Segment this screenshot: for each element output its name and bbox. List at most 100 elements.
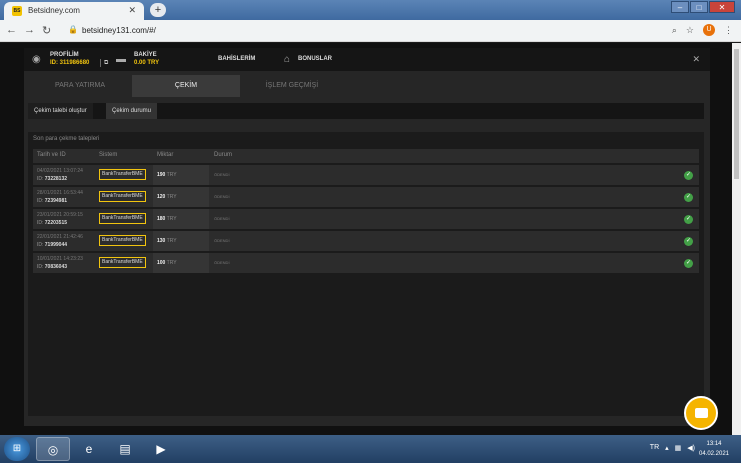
check-icon: ✓ <box>684 237 693 246</box>
start-button[interactable]: ⊞ <box>4 437 30 461</box>
modal-header: ◉ PROFİLİM ID: 311986680 ⧉ ▬ BAKİYE 0.00… <box>24 48 710 71</box>
media-player-taskbar-icon[interactable]: ▶ <box>144 437 178 461</box>
new-tab-button[interactable]: + <box>150 3 166 17</box>
bonus-label: BONUSLAR <box>298 56 332 62</box>
chrome-taskbar-icon[interactable]: ◎ <box>36 437 70 461</box>
bets-label: BAHİSLERİM <box>218 56 256 62</box>
row-amount: 120 TRY <box>153 187 209 207</box>
language-indicator[interactable]: TR <box>650 444 659 452</box>
col-system: Sistem <box>99 152 118 158</box>
zoom-icon[interactable]: ⌕ <box>672 25 677 36</box>
minimize-icon[interactable]: – <box>671 1 689 13</box>
main-tabs: PARA YATIRMA ÇEKİM İŞLEM GEÇMİŞİ <box>24 75 710 97</box>
table-row[interactable]: 10/01/2021 14:23:23 ID: 70836043 BankTra… <box>33 253 699 273</box>
volume-icon[interactable]: ◀) <box>687 444 695 452</box>
profile-id: ID: 311986680 <box>50 60 90 66</box>
page-scrollbar[interactable] <box>732 43 741 435</box>
menu-dots-icon[interactable]: ⋮ <box>724 25 733 36</box>
row-system-badge: BankTransferBME <box>99 191 146 202</box>
profile-label: PROFİLİM <box>50 52 79 58</box>
chat-bubble-icon <box>695 408 708 418</box>
browser-tab[interactable]: BS Betsidney.com ✕ <box>4 2 144 20</box>
row-id: ID: 72203515 <box>37 220 68 226</box>
subtab-request-status[interactable]: Çekim durumu <box>106 103 158 119</box>
row-status: ÖDENDİ <box>214 216 230 221</box>
table-header: Tarih ve ID Sistem Miktar Durum <box>33 149 699 163</box>
row-system-badge: BankTransferBME <box>99 235 146 246</box>
gift-icon: ⌂ <box>284 54 291 65</box>
row-id: ID: 70836043 <box>37 264 68 270</box>
row-system-badge: BankTransferBME <box>99 213 146 224</box>
row-amount: 180 TRY <box>153 209 209 229</box>
address-bar: ← → ↻ 🔒 betsidney131.com/#/ ⌕ ☆ U ⋮ <box>0 20 741 42</box>
ie-taskbar-icon[interactable]: e <box>72 437 106 461</box>
col-status: Durum <box>214 152 233 158</box>
url-text: betsidney131.com/#/ <box>82 26 156 35</box>
tray-expand-icon[interactable]: ▴ <box>665 444 669 452</box>
row-date: 22/01/2021 21:42:46 <box>37 234 83 240</box>
wallet-icon: ▬ <box>116 54 126 65</box>
scrollbar-thumb[interactable] <box>734 49 739 179</box>
balance-label: BAKİYE <box>134 52 157 58</box>
bookmark-star-icon[interactable]: ☆ <box>686 25 694 36</box>
table-row[interactable]: 23/01/2021 20:59:15 ID: 72203515 BankTra… <box>33 209 699 229</box>
clock-date: 04.02.2021 <box>698 451 730 457</box>
row-status: ÖDENDİ <box>214 260 230 265</box>
tab-deposit[interactable]: PARA YATIRMA <box>28 75 132 97</box>
user-icon: ◉ <box>32 54 41 65</box>
maximize-icon[interactable]: □ <box>690 1 708 13</box>
col-amount: Miktar <box>157 152 174 158</box>
tab-withdraw[interactable]: ÇEKİM <box>132 75 240 97</box>
row-amount: 100 TRY <box>153 253 209 273</box>
explorer-taskbar-icon[interactable]: ▤ <box>108 437 142 461</box>
copy-icon[interactable]: ⧉ <box>104 60 108 67</box>
withdraw-table: Tarih ve ID Sistem Miktar Durum 04/02/20… <box>33 149 699 273</box>
row-date: 28/01/2021 16:53:44 <box>37 190 83 196</box>
account-modal: ◉ PROFİLİM ID: 311986680 ⧉ ▬ BAKİYE 0.00… <box>24 48 710 426</box>
profile-avatar[interactable]: U <box>703 24 715 36</box>
back-icon[interactable]: ← <box>6 24 17 36</box>
browser-tab-strip: BS Betsidney.com ✕ + – □ ✕ <box>0 0 741 20</box>
forward-icon[interactable]: → <box>24 24 35 36</box>
profile-menu[interactable]: ◉ PROFİLİM ID: 311986680 ⧉ <box>32 48 112 71</box>
subtab-create-request[interactable]: Çekim talebi oluştur <box>28 103 93 119</box>
row-date: 10/01/2021 14:23:23 <box>37 256 83 262</box>
network-icon[interactable]: ▦ <box>675 444 682 452</box>
system-clock[interactable]: 13:14 04.02.2021 <box>697 439 731 459</box>
window-close-icon[interactable]: ✕ <box>709 1 735 13</box>
window-controls: – □ ✕ <box>670 1 735 13</box>
col-date-id: Tarih ve ID <box>37 152 66 158</box>
withdraw-subtabs: Çekim talebi oluştur Çekim durumu <box>28 103 704 119</box>
my-bets-menu[interactable]: BAHİSLERİM <box>218 48 278 71</box>
url-field[interactable]: 🔒 betsidney131.com/#/ <box>64 23 684 39</box>
table-row[interactable]: 22/01/2021 21:42:46 ID: 71999044 BankTra… <box>33 231 699 251</box>
live-chat-button[interactable] <box>684 396 718 430</box>
row-amount: 190 TRY <box>153 165 209 185</box>
row-id: ID: 71999044 <box>37 242 68 248</box>
tab-close-icon[interactable]: ✕ <box>128 5 136 16</box>
row-amount: 130 TRY <box>153 231 209 251</box>
tab-history[interactable]: İŞLEM GEÇMİŞİ <box>240 75 344 97</box>
withdraw-status-panel: Son para çekme talepleri Tarih ve ID Sis… <box>28 132 704 416</box>
row-status: ÖDENDİ <box>214 194 230 199</box>
row-id: ID: 72394981 <box>37 198 68 204</box>
row-status: ÖDENDİ <box>214 172 230 177</box>
table-row[interactable]: 28/01/2021 16:53:44 ID: 72394981 BankTra… <box>33 187 699 207</box>
balance-value: 0.00 TRY <box>134 60 160 66</box>
modal-close-icon[interactable]: ✕ <box>692 54 700 65</box>
balance-menu[interactable]: ▬ BAKİYE 0.00 TRY <box>116 48 176 71</box>
clock-time: 13:14 <box>706 441 722 447</box>
row-date: 04/02/2021 13:07:24 <box>37 168 83 174</box>
panel-title: Son para çekme talepleri <box>33 136 100 142</box>
bonuses-menu[interactable]: ⌂ BONUSLAR <box>284 48 344 71</box>
table-row[interactable]: 04/02/2021 13:07:24 ID: 73228132 BankTra… <box>33 165 699 185</box>
site-favicon-icon: BS <box>12 6 22 16</box>
check-icon: ✓ <box>684 193 693 202</box>
row-system-badge: BankTransferBME <box>99 169 146 180</box>
lock-icon: 🔒 <box>68 25 78 34</box>
row-status: ÖDENDİ <box>214 238 230 243</box>
windows-taskbar: ⊞ ◎ e ▤ ▶ TR ▴ ▦ ◀) 13:14 04.02.2021 <box>0 435 741 463</box>
divider <box>100 59 101 67</box>
reload-icon[interactable]: ↻ <box>42 24 51 37</box>
row-date: 23/01/2021 20:59:15 <box>37 212 83 218</box>
